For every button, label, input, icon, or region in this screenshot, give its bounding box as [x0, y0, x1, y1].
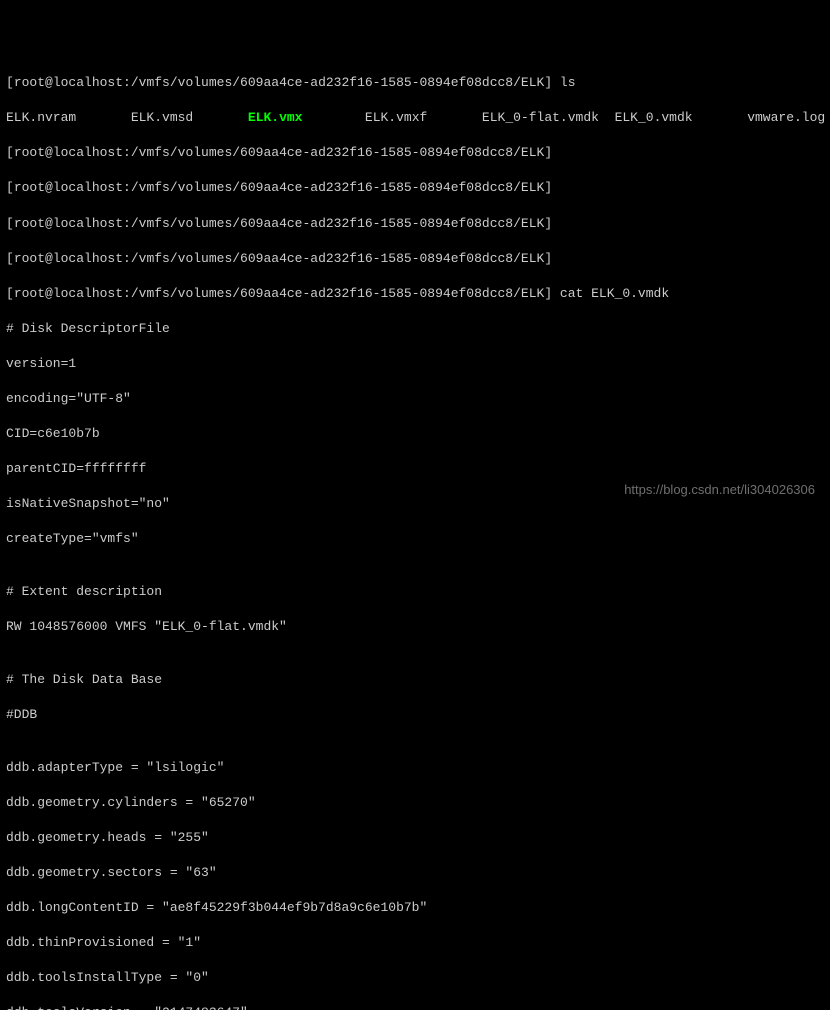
vmdk-line: createType="vmfs" — [6, 530, 824, 548]
ls-output: ELK.nvram ELK.vmsd ELK.vmx ELK.vmxf ELK_… — [6, 109, 824, 127]
file-nvram: ELK.nvram — [6, 110, 76, 125]
vmdk-line: parentCID=ffffffff — [6, 460, 824, 478]
vmdk-line: ddb.longContentID = "ae8f45229f3b044ef9b… — [6, 899, 824, 917]
file-vmxf: ELK.vmxf — [365, 110, 427, 125]
file-vmsd: ELK.vmsd — [131, 110, 193, 125]
prompt-line-empty: [root@localhost:/vmfs/volumes/609aa4ce-a… — [6, 250, 824, 268]
vmdk-line: CID=c6e10b7b — [6, 425, 824, 443]
vmdk-line: RW 1048576000 VMFS "ELK_0-flat.vmdk" — [6, 618, 824, 636]
vmdk-line: ddb.geometry.sectors = "63" — [6, 864, 824, 882]
watermark-text: https://blog.csdn.net/li304026306 — [624, 481, 815, 499]
file-vmx: ELK.vmx — [248, 110, 303, 125]
vmdk-line: ddb.toolsInstallType = "0" — [6, 969, 824, 987]
prompt-path: /vmfs/volumes/609aa4ce-ad232f16-1585-089… — [131, 75, 544, 90]
vmdk-line: #DDB — [6, 706, 824, 724]
prompt-line-empty: [root@localhost:/vmfs/volumes/609aa4ce-a… — [6, 144, 824, 162]
vmdk-line: # Extent description — [6, 583, 824, 601]
prompt-user-host: root@localhost — [14, 75, 123, 90]
vmdk-line: ddb.toolsVersion = "2147483647" — [6, 1004, 824, 1010]
file-flat-vmdk: ELK_0-flat.vmdk — [482, 110, 599, 125]
vmdk-line: encoding="UTF-8" — [6, 390, 824, 408]
prompt-line-ls: [root@localhost:/vmfs/volumes/609aa4ce-a… — [6, 74, 824, 92]
vmdk-line: ddb.geometry.cylinders = "65270" — [6, 794, 824, 812]
cmd-cat: cat ELK_0.vmdk — [560, 286, 669, 301]
prompt-line-empty: [root@localhost:/vmfs/volumes/609aa4ce-a… — [6, 215, 824, 233]
vmdk-line: # Disk DescriptorFile — [6, 320, 824, 338]
file-vmdk: ELK_0.vmdk — [615, 110, 693, 125]
cmd-ls: ls — [560, 75, 576, 90]
prompt-line-empty: [root@localhost:/vmfs/volumes/609aa4ce-a… — [6, 179, 824, 197]
file-log: vmware.log — [747, 110, 825, 125]
prompt-line-cat: [root@localhost:/vmfs/volumes/609aa4ce-a… — [6, 285, 824, 303]
vmdk-line: version=1 — [6, 355, 824, 373]
vmdk-line: ddb.adapterType = "lsilogic" — [6, 759, 824, 777]
vmdk-line: # The Disk Data Base — [6, 671, 824, 689]
vmdk-line: ddb.geometry.heads = "255" — [6, 829, 824, 847]
vmdk-line: ddb.thinProvisioned = "1" — [6, 934, 824, 952]
